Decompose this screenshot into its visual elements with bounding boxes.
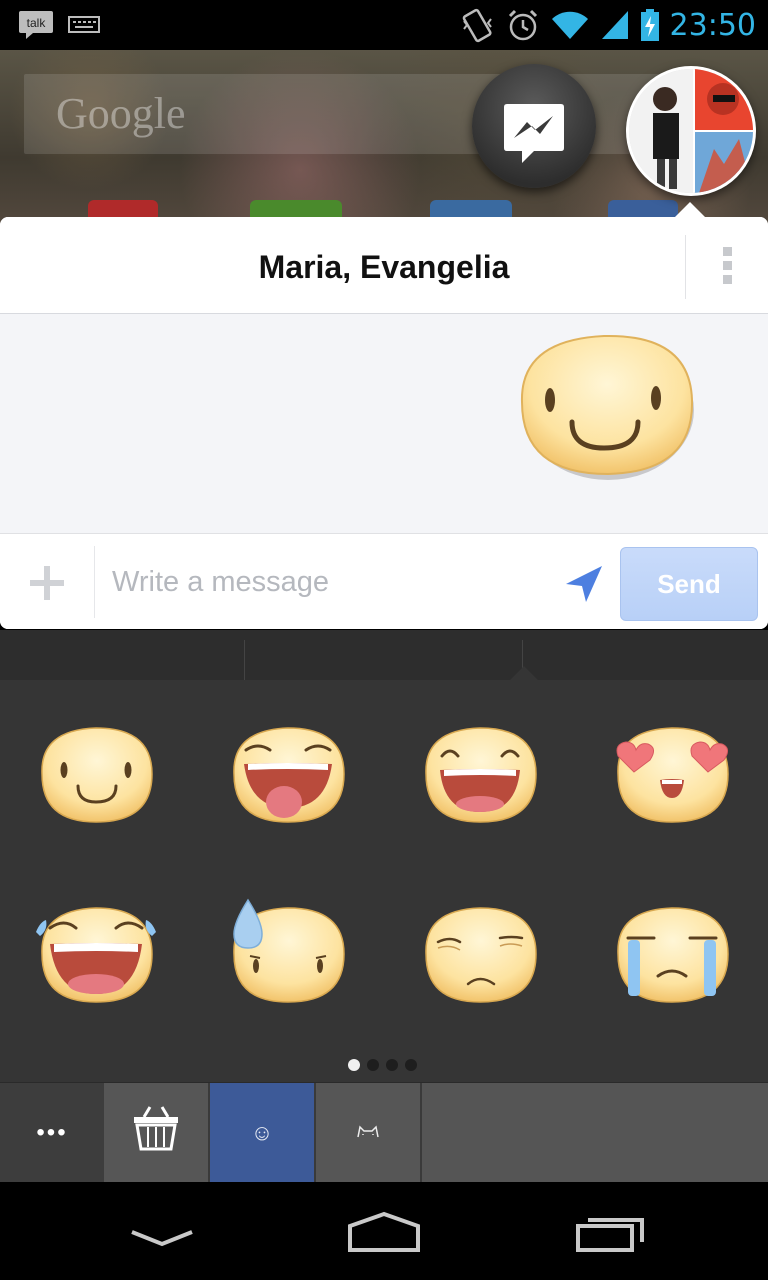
google-logo: Google — [56, 89, 186, 138]
page-dot-active[interactable] — [348, 1059, 360, 1071]
sticker-grid — [0, 680, 768, 1082]
svg-text:talk: talk — [27, 16, 47, 30]
signal-icon — [601, 11, 628, 39]
talk-icon: talk — [19, 11, 53, 39]
chat-pointer — [674, 202, 706, 218]
message-composer: Send — [0, 533, 768, 629]
status-bar: talk 23:50 — [0, 0, 768, 50]
messenger-chat-head[interactable] — [472, 64, 596, 188]
message-list[interactable] — [0, 314, 768, 532]
page-dot[interactable] — [386, 1059, 398, 1071]
vibrate-icon — [462, 8, 492, 43]
composer-divider — [94, 546, 95, 618]
home-icon[interactable] — [336, 1206, 432, 1256]
message-input[interactable] — [112, 558, 542, 606]
worried-sticker[interactable] — [420, 898, 540, 1008]
overflow-menu-icon[interactable] — [712, 245, 742, 285]
group-avatar[interactable] — [626, 66, 756, 196]
sticker-notch — [510, 666, 538, 680]
sweat-drop-sticker[interactable] — [228, 898, 348, 1008]
more-tab[interactable]: ••• — [0, 1083, 106, 1183]
sticker-pack-tabs: ••• ☺ — [0, 1082, 768, 1183]
cat-icon — [357, 1125, 379, 1138]
google-search-bar[interactable]: Google — [24, 74, 714, 154]
smile-sticker[interactable] — [36, 718, 156, 828]
strip-divider — [244, 640, 245, 680]
alarm-icon — [508, 9, 537, 41]
ellipsis-icon: ••• — [36, 1119, 68, 1146]
send-button[interactable]: Send — [620, 547, 758, 621]
cat-tab[interactable] — [316, 1083, 422, 1183]
plus-icon[interactable] — [22, 564, 72, 602]
status-clock: 23:50 — [669, 7, 756, 43]
keyboard-icon — [68, 16, 100, 33]
chat-header: Maria, Evangelia — [0, 217, 768, 314]
sticker-strip-header — [0, 630, 768, 680]
laughing-sticker[interactable] — [420, 718, 540, 828]
back-icon[interactable] — [114, 1206, 210, 1256]
basket-icon — [134, 1106, 178, 1151]
navigation-bar — [0, 1182, 768, 1280]
wifi-icon — [551, 11, 588, 39]
smile-sticker[interactable] — [512, 322, 698, 482]
sticker-page-indicator — [348, 1059, 417, 1071]
page-dot[interactable] — [405, 1059, 417, 1071]
heart-eyes-sticker[interactable] — [612, 718, 732, 828]
crying-laughing-sticker[interactable] — [36, 898, 156, 1008]
tab-bar-empty — [422, 1083, 768, 1183]
header-divider — [685, 235, 686, 299]
group-avatar-photos — [629, 69, 753, 193]
recent-apps-icon[interactable] — [566, 1206, 662, 1256]
page-dot[interactable] — [367, 1059, 379, 1071]
smiley-icon: ☺ — [250, 1120, 274, 1145]
messenger-bolt-icon — [504, 104, 564, 163]
sticker-store-tab[interactable] — [104, 1083, 210, 1183]
battery-charging-icon — [640, 9, 659, 41]
crying-sticker[interactable] — [612, 898, 732, 1008]
chat-panel: Maria, Evangelia Write a message Send — [0, 217, 768, 629]
conversation-title: Maria, Evangelia — [258, 249, 510, 285]
tongue-out-sticker[interactable] — [228, 718, 348, 828]
meep-tab[interactable]: ☺ — [210, 1083, 316, 1183]
location-arrow-icon[interactable] — [562, 564, 606, 604]
